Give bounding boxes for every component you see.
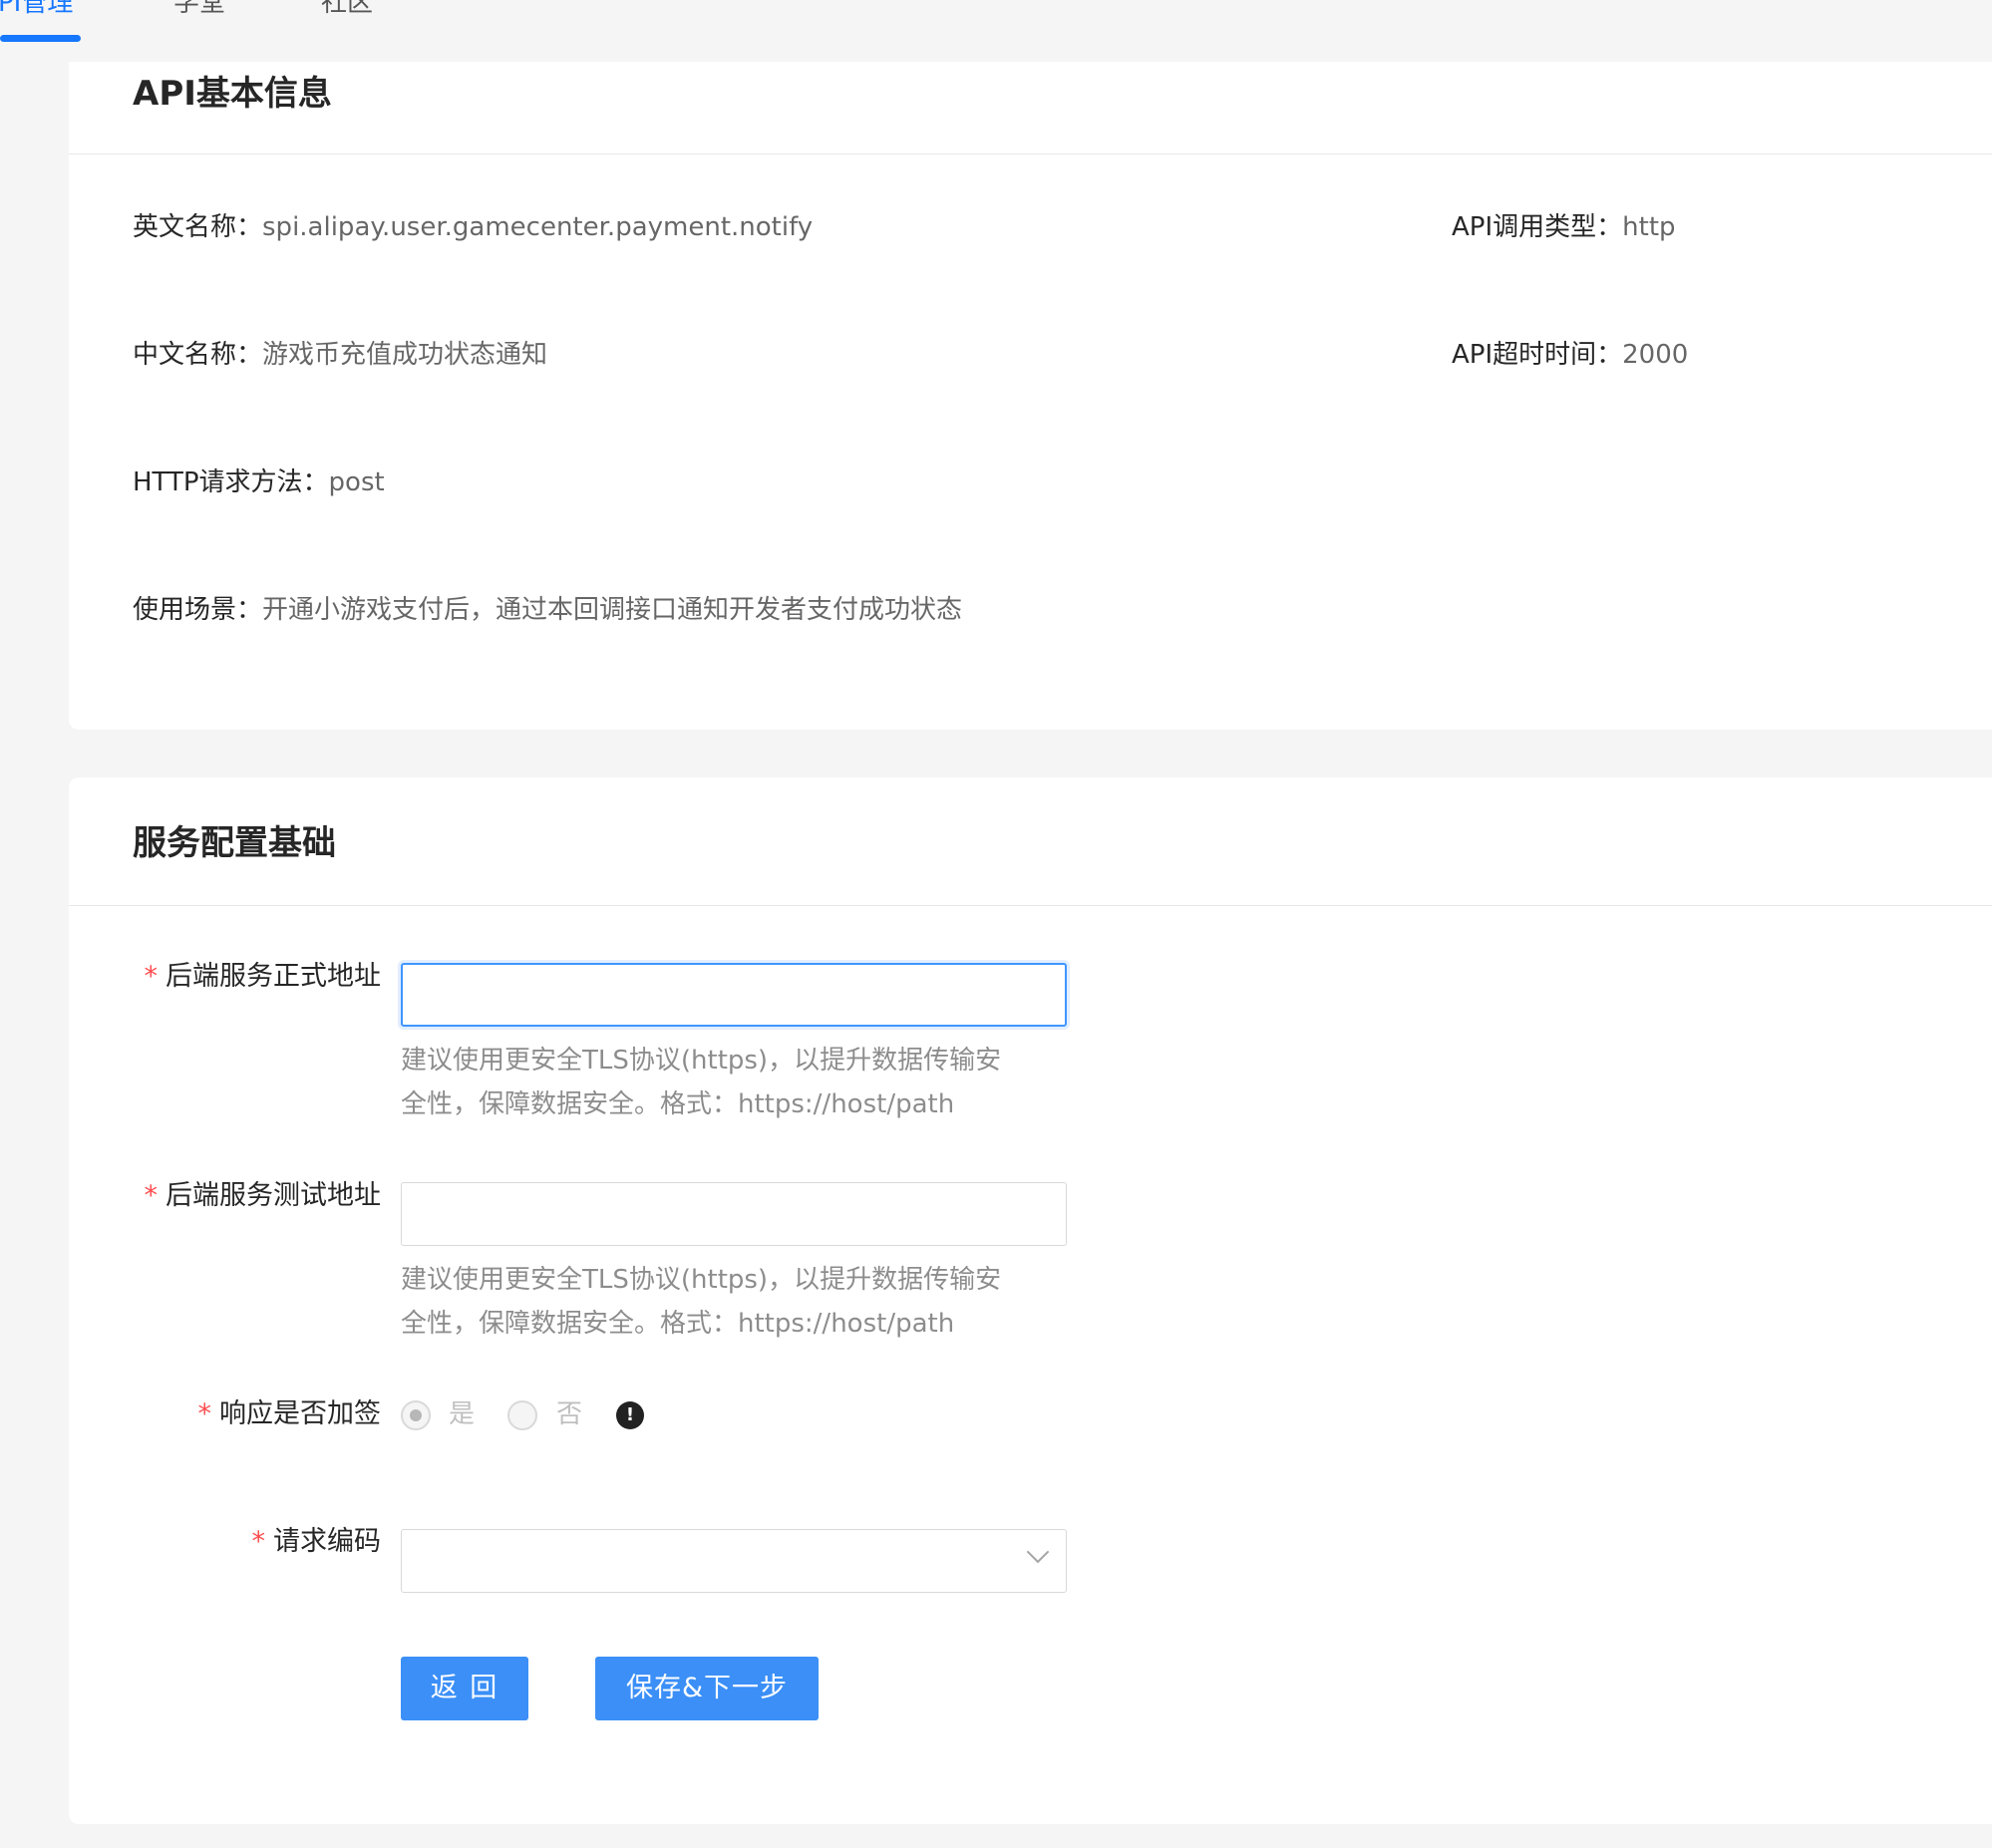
- timeout-value: 2000: [1622, 340, 1689, 370]
- chinese-name-row: 中文名称：游戏币充值成功状态通知: [133, 337, 547, 373]
- call-type-value: http: [1622, 212, 1676, 242]
- usage-scenario-value: 开通小游戏支付后，通过本回调接口通知开发者支付成功状态: [262, 595, 963, 625]
- call-type-row: API调用类型：http: [1452, 209, 1676, 245]
- required-mark: *: [197, 1398, 212, 1429]
- radio-no-label[interactable]: 否: [556, 1396, 582, 1432]
- usage-scenario-label: 使用场景：: [133, 595, 263, 625]
- active-tab-indicator: [0, 35, 81, 42]
- response-sign-label-wrap: * 响应是否加签: [69, 1394, 382, 1434]
- test-url-label-text: 后端服务测试地址: [166, 1180, 381, 1211]
- request-encoding-label: * 请求编码: [2, 1522, 382, 1562]
- basic-info-title: API基本信息: [133, 74, 332, 114]
- response-sign-label: * 响应是否加签: [2, 1394, 382, 1434]
- request-encoding-label-text: 请求编码: [273, 1526, 381, 1557]
- chinese-name-label: 中文名称：: [133, 340, 263, 370]
- request-encoding-label-wrap: * 请求编码: [69, 1522, 382, 1562]
- service-config-card: 服务配置基础 * 后端服务正式地址 建议使用更安全TLS协议(https)，以提升…: [69, 777, 1992, 1824]
- response-sign-label-text: 响应是否加签: [219, 1398, 381, 1429]
- chevron-down-icon: [1026, 1540, 1050, 1564]
- api-basic-info-card: API基本信息 英文名称：spi.alipay.user.gamecenter.…: [69, 62, 1992, 730]
- prod-url-label-wrap: * 后端服务正式地址: [69, 957, 382, 997]
- test-url-input[interactable]: [401, 1182, 1067, 1246]
- english-name-row: 英文名称：spi.alipay.user.gamecenter.payment.…: [133, 209, 813, 245]
- card-divider: [69, 905, 1992, 906]
- info-icon[interactable]: !: [616, 1401, 644, 1429]
- prod-url-help-line2: 全性，保障数据安全。格式：https://host/path: [401, 1089, 955, 1119]
- save-next-button[interactable]: 保存&下一步: [595, 1657, 819, 1720]
- radio-yes-label[interactable]: 是: [449, 1396, 475, 1432]
- timeout-row: API超时时间：2000: [1452, 337, 1688, 373]
- prod-url-label: * 后端服务正式地址: [2, 957, 382, 997]
- required-mark: *: [144, 1180, 159, 1211]
- test-url-label: * 后端服务测试地址: [2, 1176, 382, 1216]
- usage-scenario-row: 使用场景：开通小游戏支付后，通过本回调接口通知开发者支付成功状态: [133, 592, 962, 628]
- test-url-help-line1: 建议使用更安全TLS协议(https)，以提升数据传输安: [401, 1265, 1002, 1295]
- http-method-label: HTTP请求方法：: [133, 467, 329, 497]
- tab-community[interactable]: 社区: [321, 0, 373, 20]
- call-type-label: API调用类型：: [1452, 212, 1623, 242]
- english-name-value: spi.alipay.user.gamecenter.payment.notif…: [262, 212, 814, 242]
- tab-academy[interactable]: 学堂: [173, 0, 225, 20]
- chinese-name-value: 游戏币充值成功状态通知: [262, 340, 548, 370]
- top-tab-bar: PI管理 学堂 社区: [0, 0, 1992, 60]
- prod-url-label-text: 后端服务正式地址: [166, 961, 381, 992]
- radio-yes[interactable]: [401, 1400, 431, 1430]
- http-method-row: HTTP请求方法：post: [133, 464, 385, 500]
- timeout-label: API超时时间：: [1452, 340, 1623, 370]
- test-url-help: 建议使用更安全TLS协议(https)，以提升数据传输安 全性，保障数据安全。格…: [401, 1258, 1079, 1346]
- prod-url-help-line1: 建议使用更安全TLS协议(https)，以提升数据传输安: [401, 1046, 1002, 1076]
- test-url-help-line2: 全性，保障数据安全。格式：https://host/path: [401, 1309, 955, 1339]
- english-name-label: 英文名称：: [133, 212, 263, 242]
- required-mark: *: [251, 1526, 266, 1557]
- required-mark: *: [144, 961, 159, 992]
- service-config-title: 服务配置基础: [133, 823, 336, 863]
- tab-api-management[interactable]: PI管理: [0, 0, 73, 20]
- prod-url-input[interactable]: [401, 963, 1067, 1027]
- prod-url-help: 建议使用更安全TLS协议(https)，以提升数据传输安 全性，保障数据安全。格…: [401, 1039, 1079, 1126]
- http-method-value: post: [328, 467, 385, 497]
- radio-no[interactable]: [507, 1400, 537, 1430]
- back-button[interactable]: 返 回: [401, 1657, 528, 1720]
- radio-yes-dot: [410, 1409, 422, 1421]
- request-encoding-select[interactable]: [401, 1529, 1067, 1593]
- test-url-label-wrap: * 后端服务测试地址: [69, 1176, 382, 1216]
